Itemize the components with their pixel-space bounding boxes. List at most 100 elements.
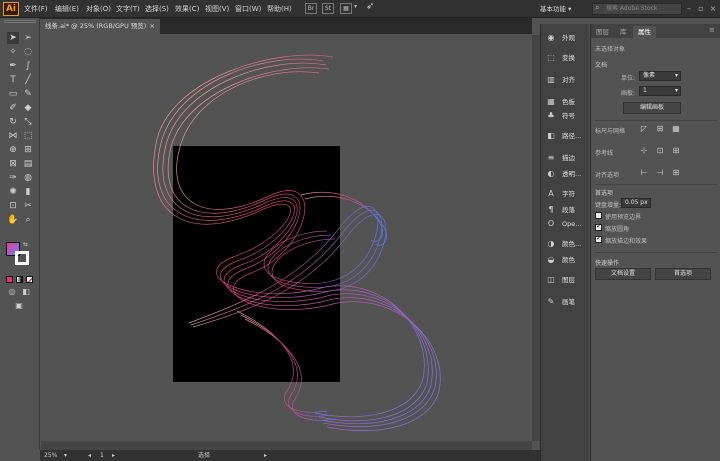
slice-tool-icon[interactable]: ✂ xyxy=(22,200,34,212)
zoom-dropdown-icon[interactable]: ▾ xyxy=(64,450,67,461)
eyedropper-tool-icon[interactable]: ✑ xyxy=(7,172,19,184)
tab-properties[interactable]: 属性 xyxy=(633,26,656,38)
smart-guides-icon[interactable]: ⊞ xyxy=(671,146,681,156)
vertical-scrollbar[interactable] xyxy=(532,35,540,441)
width-tool-icon[interactable]: ⋈ xyxy=(7,130,19,142)
stock-search-input[interactable]: 搜索 Adobe Stock xyxy=(592,3,682,15)
preferences-button[interactable]: 首选项 xyxy=(655,268,711,280)
menu-type[interactable]: 文字(T) xyxy=(116,0,140,18)
bridge-button[interactable]: Br xyxy=(305,3,317,14)
panel-align[interactable]: ▥ 对齐 xyxy=(544,72,588,88)
panel-stroke[interactable]: ≡ 描边 xyxy=(544,150,588,166)
prev-artboard-icon[interactable]: ◂ xyxy=(88,450,91,461)
snap-to-point-icon[interactable]: ⊢ xyxy=(639,168,649,178)
panel-layers[interactable]: ◫ 图层 xyxy=(544,272,588,288)
panel-transform[interactable]: ⬚ 变换 xyxy=(544,50,588,66)
menu-help[interactable]: 帮助(H) xyxy=(267,0,292,18)
magic-wand-tool-icon[interactable]: ✧ xyxy=(7,46,19,58)
panel-brushes[interactable]: ✎ 画笔 xyxy=(544,294,588,310)
horizontal-scrollbar[interactable] xyxy=(41,441,532,450)
gradient-mode-button[interactable] xyxy=(16,276,23,283)
pen-tool-icon[interactable]: ✒ xyxy=(7,60,19,72)
artboard-tool-icon[interactable]: ⊡ xyxy=(7,200,19,212)
eraser-tool-icon[interactable]: ◆ xyxy=(22,102,34,114)
unit-select[interactable]: 像素 ▾ xyxy=(639,71,681,81)
gpu-performance-icon[interactable]: ➶ xyxy=(366,1,374,12)
panel-menu-icon[interactable]: ≡ xyxy=(709,26,715,34)
shaper-tool-icon[interactable]: ✐ xyxy=(7,102,19,114)
scale-strokes-checkbox[interactable] xyxy=(595,234,602,243)
keyboard-increment-input[interactable]: 0.05 px xyxy=(621,198,651,208)
free-transform-tool-icon[interactable]: ⬚ xyxy=(22,130,34,142)
show-guides-icon[interactable]: ⊹ xyxy=(639,146,649,156)
menu-effect[interactable]: 效果(C) xyxy=(175,0,199,18)
menu-view[interactable]: 视图(V) xyxy=(205,0,229,18)
lock-guides-icon[interactable]: ⊡ xyxy=(655,146,665,156)
snap-to-grid-icon[interactable]: ⊞ xyxy=(671,168,681,178)
edit-artboard-button[interactable]: 编辑画板 xyxy=(623,102,681,114)
document-tab[interactable]: 线条.ai* @ 25% (RGB/GPU 预览) × xyxy=(40,19,160,34)
status-menu-icon[interactable]: ▸ xyxy=(264,450,267,461)
artboard-select[interactable]: 1 ▾ xyxy=(639,86,681,96)
canvas-area[interactable] xyxy=(41,35,532,448)
column-graph-tool-icon[interactable]: ▮ xyxy=(22,186,34,198)
menu-window[interactable]: 窗口(W) xyxy=(235,0,261,18)
rulers-icon[interactable]: ◸ xyxy=(639,124,649,134)
chevron-down-icon[interactable]: ▾ xyxy=(354,3,357,10)
rectangle-tool-icon[interactable]: ▭ xyxy=(7,88,19,100)
symbol-sprayer-tool-icon[interactable]: ✺ xyxy=(7,186,19,198)
close-tab-icon[interactable]: × xyxy=(150,19,155,34)
scale-corners-checkbox[interactable] xyxy=(595,222,602,231)
direct-selection-tool-icon[interactable]: ➢ xyxy=(22,32,34,44)
paintbrush-tool-icon[interactable]: ✎ xyxy=(22,88,34,100)
shape-builder-tool-icon[interactable]: ⊕ xyxy=(7,144,19,156)
none-mode-button[interactable] xyxy=(26,276,33,283)
tab-layers[interactable]: 图层 xyxy=(591,26,614,38)
use-preview-bounds-checkbox[interactable] xyxy=(595,212,602,219)
tab-libraries[interactable]: 库 xyxy=(615,26,632,38)
rotate-tool-icon[interactable]: ↻ xyxy=(7,116,19,128)
type-tool-icon[interactable]: T xyxy=(7,74,19,86)
maximize-icon[interactable]: ▫ xyxy=(696,3,706,15)
blend-tool-icon[interactable]: ◍ xyxy=(22,172,34,184)
screen-mode-icon[interactable]: ▣ xyxy=(13,300,25,312)
stroke-swatch[interactable] xyxy=(15,251,29,265)
menu-object[interactable]: 对象(O) xyxy=(86,0,111,18)
panel-color-guide[interactable]: ◑ 颜色... xyxy=(544,236,588,252)
menu-select[interactable]: 选择(S) xyxy=(145,0,169,18)
arrange-documents-button[interactable]: ▦ xyxy=(340,3,352,14)
snap-to-pixel-icon[interactable]: ⊣ xyxy=(655,168,665,178)
document-setup-button[interactable]: 文档设置 xyxy=(595,268,651,280)
panel-character[interactable]: A 字符 xyxy=(544,186,588,202)
workspace-switcher[interactable]: 基本功能 ▾ xyxy=(540,3,582,15)
gradient-tool-icon[interactable]: ▤ xyxy=(22,158,34,170)
next-artboard-icon[interactable]: ▸ xyxy=(112,450,115,461)
panel-transparency[interactable]: ◐ 透明... xyxy=(544,166,588,182)
artboard-number[interactable]: 1 xyxy=(100,450,104,461)
zoom-level[interactable]: 25% xyxy=(44,450,57,461)
transparency-grid-icon[interactable]: ▦ xyxy=(671,124,681,134)
minimize-icon[interactable]: – xyxy=(684,3,694,15)
hand-tool-icon[interactable]: ✋ xyxy=(7,214,19,226)
stock-button[interactable]: St xyxy=(322,3,334,14)
lasso-tool-icon[interactable]: ◌ xyxy=(22,46,34,58)
toolbar-grip[interactable] xyxy=(4,20,36,23)
close-window-icon[interactable]: × xyxy=(708,3,718,15)
panel-pathfinder[interactable]: ◧ 路径... xyxy=(544,128,588,144)
scale-tool-icon[interactable]: ⤡ xyxy=(22,116,34,128)
color-mode-button[interactable] xyxy=(6,276,13,283)
draw-inside-icon[interactable]: ◧ xyxy=(20,286,32,298)
panel-symbols[interactable]: ♣ 符号 xyxy=(544,108,588,124)
panel-appearance[interactable]: ◉ 外观 xyxy=(544,30,588,46)
panel-color[interactable]: ◒ 颜色 xyxy=(544,252,588,268)
grid-icon[interactable]: ⊞ xyxy=(655,124,665,134)
line-art-illustration[interactable] xyxy=(41,35,532,448)
draw-mode-icon[interactable]: ◎ xyxy=(6,286,18,298)
swap-fill-stroke-icon[interactable]: ⇆ xyxy=(23,241,28,248)
perspective-grid-tool-icon[interactable]: ⊞ xyxy=(22,144,34,156)
panel-opentype[interactable]: O Ope... xyxy=(544,216,588,232)
menu-edit[interactable]: 编辑(E) xyxy=(55,0,79,18)
zoom-tool-icon[interactable]: ⌕ xyxy=(22,214,34,226)
line-tool-icon[interactable]: ╱ xyxy=(22,74,34,86)
mesh-tool-icon[interactable]: ⊠ xyxy=(7,158,19,170)
